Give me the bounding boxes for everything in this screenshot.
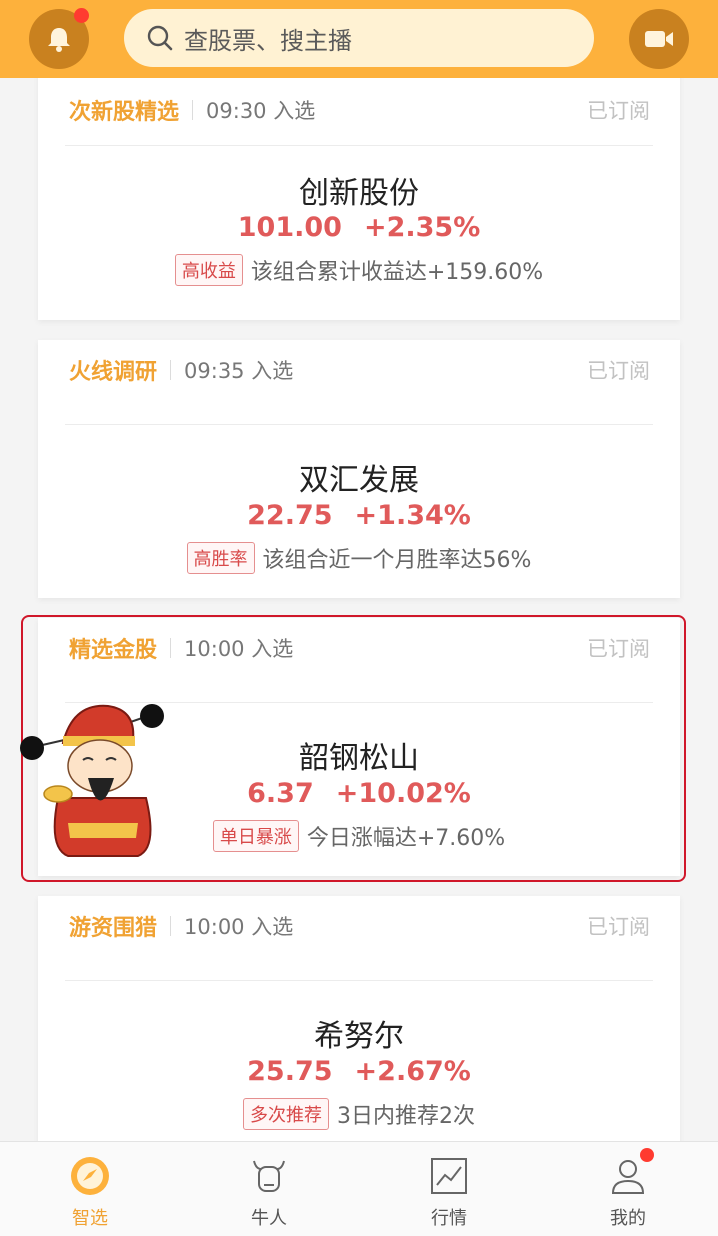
stock-change: +2.67% xyxy=(354,1056,471,1087)
bottom-nav: 智选 牛人 行情 我的 xyxy=(0,1141,718,1236)
tab-profile[interactable]: 我的 xyxy=(568,1142,688,1236)
stock-desc: 该组合近一个月胜率达56% xyxy=(262,548,532,573)
tab-smart-pick[interactable]: 智选 xyxy=(30,1142,150,1236)
subscribe-status[interactable]: 已订阅 xyxy=(587,95,650,125)
profile-badge xyxy=(640,1148,654,1162)
divider xyxy=(170,916,172,936)
search-icon xyxy=(147,25,173,51)
smart-pick-icon xyxy=(71,1157,109,1195)
stock-name: 希努尔 xyxy=(314,1019,404,1054)
tab-market[interactable]: 行情 xyxy=(389,1142,509,1236)
stock-change: +1.34% xyxy=(354,500,471,531)
tab-label: 牛人 xyxy=(251,1208,287,1229)
tag-badge: 高收益 xyxy=(174,254,243,286)
tag-badge: 多次推荐 xyxy=(243,1098,329,1130)
subscribe-status[interactable]: 已订阅 xyxy=(587,355,650,385)
divider xyxy=(65,424,653,425)
card-category: 游资围猎 xyxy=(69,916,158,941)
search-bar[interactable]: 查股票、搜主播 xyxy=(124,9,594,67)
divider xyxy=(192,100,194,120)
video-camera-icon xyxy=(645,31,673,47)
live-video-button[interactable] xyxy=(629,9,689,69)
tab-label: 我的 xyxy=(610,1208,646,1229)
tab-label: 行情 xyxy=(431,1208,467,1229)
stock-name: 双汇发展 xyxy=(299,463,419,498)
tab-bull[interactable]: 牛人 xyxy=(209,1142,329,1236)
bull-icon xyxy=(253,1160,285,1192)
top-bar: 查股票、搜主播 xyxy=(0,0,718,78)
tag-badge: 高胜率 xyxy=(186,542,255,574)
notification-button[interactable] xyxy=(29,8,89,69)
stock-name: 创新股份 xyxy=(299,176,419,211)
stock-price-row: 101.00 +2.35% xyxy=(38,212,680,243)
tab-label: 智选 xyxy=(72,1208,108,1229)
market-chart-icon xyxy=(431,1158,467,1194)
stock-desc-row: 高收益 该组合累计收益达+159.60% xyxy=(38,254,680,286)
bell-icon xyxy=(48,28,70,52)
card-time: 09:35 入选 xyxy=(184,359,294,383)
stock-price: 25.75 xyxy=(247,1056,333,1087)
divider xyxy=(65,145,653,146)
divider xyxy=(170,360,172,380)
search-placeholder: 查股票、搜主播 xyxy=(184,26,352,55)
stock-price-row: 22.75 +1.34% xyxy=(38,500,680,531)
stock-change: +2.35% xyxy=(363,212,481,243)
stock-card[interactable]: 次新股精选 09:30 入选 已订阅 创新股份 101.00 +2.35% 高收益… xyxy=(38,78,680,320)
stock-desc: 该组合累计收益达+159.60% xyxy=(250,260,544,285)
card-category: 火线调研 xyxy=(69,360,158,385)
subscribe-status[interactable]: 已订阅 xyxy=(587,911,650,941)
stock-card[interactable]: 游资围猎 10:00 入选 已订阅 希努尔 25.75 +2.67% 多次推荐 3… xyxy=(38,896,680,1141)
notification-badge xyxy=(74,8,89,23)
stock-desc: 3日内推荐2次 xyxy=(337,1104,475,1129)
mascot-god-of-wealth-icon xyxy=(20,704,164,857)
stock-card[interactable]: 火线调研 09:35 入选 已订阅 双汇发展 22.75 +1.34% 高胜率 该… xyxy=(38,340,680,598)
stock-pick-list[interactable]: 次新股精选 09:30 入选 已订阅 创新股份 101.00 +2.35% 高收益… xyxy=(0,78,718,1141)
card-time: 10:00 入选 xyxy=(184,915,294,939)
stock-price: 22.75 xyxy=(247,500,333,531)
card-time: 09:30 入选 xyxy=(206,99,316,123)
stock-desc-row: 高胜率 该组合近一个月胜率达56% xyxy=(38,542,680,574)
stock-price-row: 25.75 +2.67% xyxy=(38,1056,680,1087)
divider xyxy=(65,980,653,981)
stock-desc-row: 多次推荐 3日内推荐2次 xyxy=(38,1098,680,1130)
profile-icon xyxy=(611,1160,645,1194)
card-category: 次新股精选 xyxy=(69,100,180,125)
stock-price: 101.00 xyxy=(237,212,342,243)
